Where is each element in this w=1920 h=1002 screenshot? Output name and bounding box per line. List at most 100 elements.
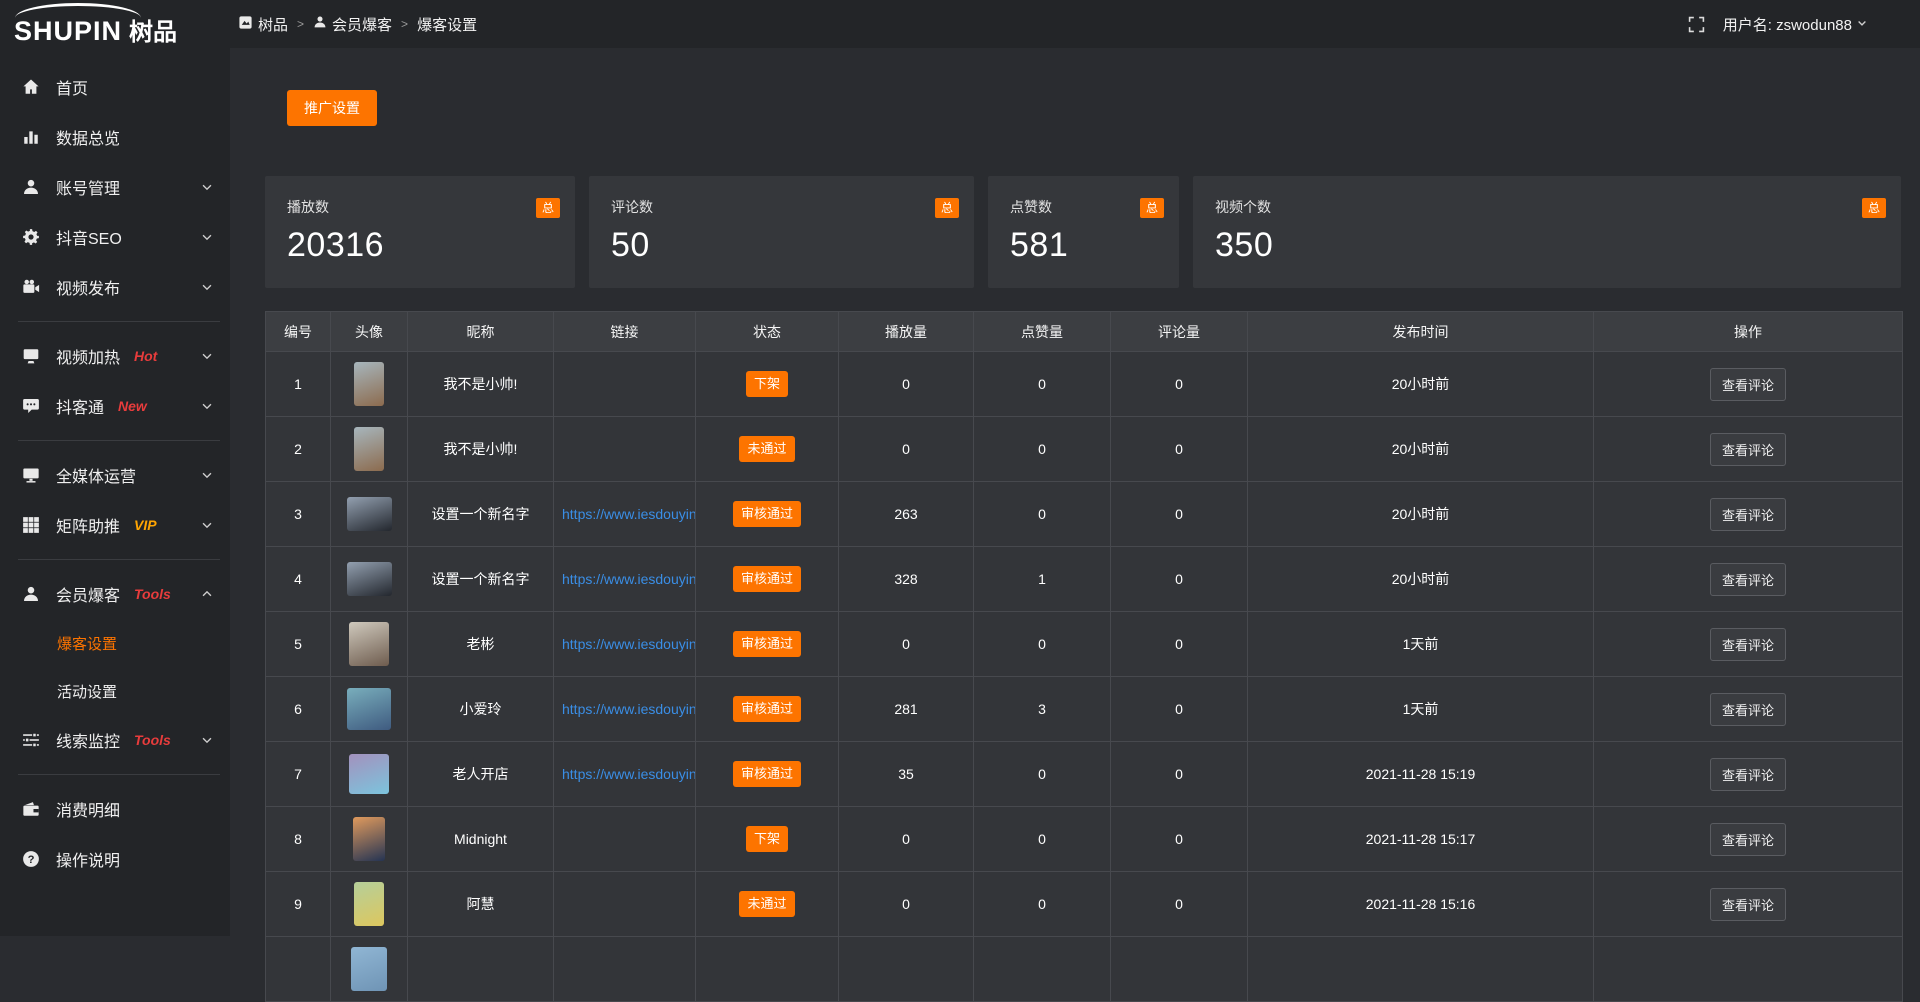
sidebar-item-label: 抖音SEO: [56, 225, 122, 249]
cell-time: 2021-11-28 15:16: [1248, 872, 1594, 937]
monitor-icon: [22, 466, 40, 484]
status-badge: 下架: [746, 826, 788, 852]
sidebar-item-clue-monitor[interactable]: 线索监控Tools: [0, 715, 230, 765]
status-badge: 未通过: [739, 436, 794, 462]
column-header: 链接: [554, 312, 696, 352]
sidebar-item-video-publish[interactable]: 视频发布: [0, 262, 230, 312]
cell-link: https://www.iesdouyin.c: [554, 482, 696, 547]
breadcrumb-label: 树品: [258, 14, 288, 35]
cell-status: 未通过: [696, 417, 839, 482]
cell-id: 1: [266, 352, 331, 417]
view-comments-button[interactable]: 查看评论: [1710, 563, 1786, 596]
cell-likes: [974, 937, 1111, 1002]
sidebar-menu: 首页数据总览账号管理抖音SEO 视频发布视频加热Hot抖客通New 全媒体运营矩阵助…: [0, 48, 230, 884]
cell-comments: 0: [1111, 547, 1248, 612]
cell-avatar: [331, 677, 408, 742]
status-badge: 未通过: [739, 891, 794, 917]
sidebar-item-media-operation[interactable]: 全媒体运营: [0, 450, 230, 500]
cell-id: 7: [266, 742, 331, 807]
video-link[interactable]: https://www.iesdouyin.c: [562, 766, 696, 782]
user-menu[interactable]: 用户名: zswodun88: [1723, 14, 1868, 35]
sidebar-item-home[interactable]: 首页: [0, 62, 230, 112]
video-link[interactable]: https://www.iesdouyin.c: [562, 571, 696, 587]
breadcrumb-separator: >: [401, 17, 408, 31]
sidebar-item-member-baoke[interactable]: 会员爆客 Tools: [0, 569, 230, 619]
status-badge: 审核通过: [733, 566, 801, 592]
column-header: 编号: [266, 312, 331, 352]
sidebar-item-data-overview[interactable]: 数据总览: [0, 112, 230, 162]
chart-icon: [22, 128, 40, 146]
sidebar-subitem-activity-settings[interactable]: 活动设置: [0, 667, 230, 715]
cell-time: 2021-11-28 15:17: [1248, 807, 1594, 872]
sidebar-divider: [18, 440, 220, 441]
sidebar-item-label: 视频发布: [56, 275, 120, 299]
sidebar-item-matrix-boost[interactable]: 矩阵助推VIP: [0, 500, 230, 550]
cell-likes: 0: [974, 807, 1111, 872]
video-link[interactable]: https://www.iesdouyin.c: [562, 636, 696, 652]
sidebar-item-label: 会员爆客: [56, 582, 120, 606]
breadcrumb-item-member-baoke[interactable]: 会员爆客: [313, 14, 392, 35]
view-comments-button[interactable]: 查看评论: [1710, 628, 1786, 661]
cell-status: 审核通过: [696, 677, 839, 742]
video-link[interactable]: https://www.iesdouyin.c: [562, 701, 696, 717]
stat-value: 350: [1215, 226, 1885, 265]
video-table: 编号头像昵称链接状态播放量点赞量评论量发布时间操作 1我不是小帅!下架00020…: [265, 311, 1903, 1002]
breadcrumb-item-baoke-settings[interactable]: 爆客设置: [417, 14, 477, 35]
view-comments-button[interactable]: 查看评论: [1710, 368, 1786, 401]
status-badge: 审核通过: [733, 696, 801, 722]
cell-likes: 0: [974, 612, 1111, 677]
video-link[interactable]: https://www.iesdouyin.c: [562, 506, 696, 522]
cell-status: 审核通过: [696, 612, 839, 677]
user-icon: [22, 178, 40, 196]
sidebar-item-account-management[interactable]: 账号管理: [0, 162, 230, 212]
status-badge: 审核通过: [733, 501, 801, 527]
table-row: 3设置一个新名字https://www.iesdouyin.c审核通过26300…: [266, 482, 1903, 547]
breadcrumb-item-shupin[interactable]: 树品: [238, 14, 288, 35]
sidebar-divider: [18, 321, 220, 322]
fullscreen-icon[interactable]: [1688, 16, 1705, 33]
view-comments-button[interactable]: 查看评论: [1710, 693, 1786, 726]
column-header: 操作: [1594, 312, 1903, 352]
sidebar-subitem-baoke-settings[interactable]: 爆客设置: [0, 619, 230, 667]
sidebar-item-video-heat[interactable]: 视频加热Hot: [0, 331, 230, 381]
sidebar-item-label: 线索监控: [56, 728, 120, 752]
sidebar-item-tag: Tools: [134, 586, 171, 602]
breadcrumb-label: 爆客设置: [417, 14, 477, 35]
cell-avatar: [331, 547, 408, 612]
view-comments-button[interactable]: 查看评论: [1710, 823, 1786, 856]
logo[interactable]: SHUPIN 树品: [0, 0, 230, 48]
app-icon: [238, 15, 253, 34]
cell-action: 查看评论: [1594, 352, 1903, 417]
sidebar-item-douketong[interactable]: 抖客通New: [0, 381, 230, 431]
cell-avatar: [331, 612, 408, 677]
avatar: [354, 362, 384, 406]
cell-id: 8: [266, 807, 331, 872]
table-row: 9阿慧未通过0002021-11-28 15:16查看评论: [266, 872, 1903, 937]
stat-value: 581: [1010, 226, 1163, 265]
chevron-down-icon: [200, 518, 214, 532]
view-comments-button[interactable]: 查看评论: [1710, 888, 1786, 921]
promo-settings-button[interactable]: 推广设置: [287, 90, 377, 126]
sidebar-item-operation-guide[interactable]: ?操作说明: [0, 834, 230, 884]
view-comments-button[interactable]: 查看评论: [1710, 433, 1786, 466]
wallet-icon: [22, 800, 40, 818]
status-badge: 审核通过: [733, 761, 801, 787]
cell-link: [554, 352, 696, 417]
cell-nickname: 我不是小帅!: [408, 417, 554, 482]
chevron-down-icon: [200, 468, 214, 482]
view-comments-button[interactable]: 查看评论: [1710, 758, 1786, 791]
avatar: [354, 427, 384, 471]
app-window: SHUPIN 树品 首页数据总览账号管理抖音SEO 视频发布视频加热Hot抖客通N…: [0, 0, 1920, 936]
view-comments-button[interactable]: 查看评论: [1710, 498, 1786, 531]
total-badge: 总: [935, 198, 959, 218]
sidebar-item-douyin-seo[interactable]: 抖音SEO: [0, 212, 230, 262]
cell-likes: 0: [974, 742, 1111, 807]
sidebar-item-label: 账号管理: [56, 175, 120, 199]
cell-nickname: 小爱玲: [408, 677, 554, 742]
question-icon: ?: [22, 850, 40, 868]
sidebar-item-expense-detail[interactable]: 消费明细: [0, 784, 230, 834]
username-label: 用户名: zswodun88: [1723, 14, 1852, 35]
user-icon: [22, 585, 40, 603]
status-badge: 审核通过: [733, 631, 801, 657]
cell-plays: 281: [839, 677, 974, 742]
